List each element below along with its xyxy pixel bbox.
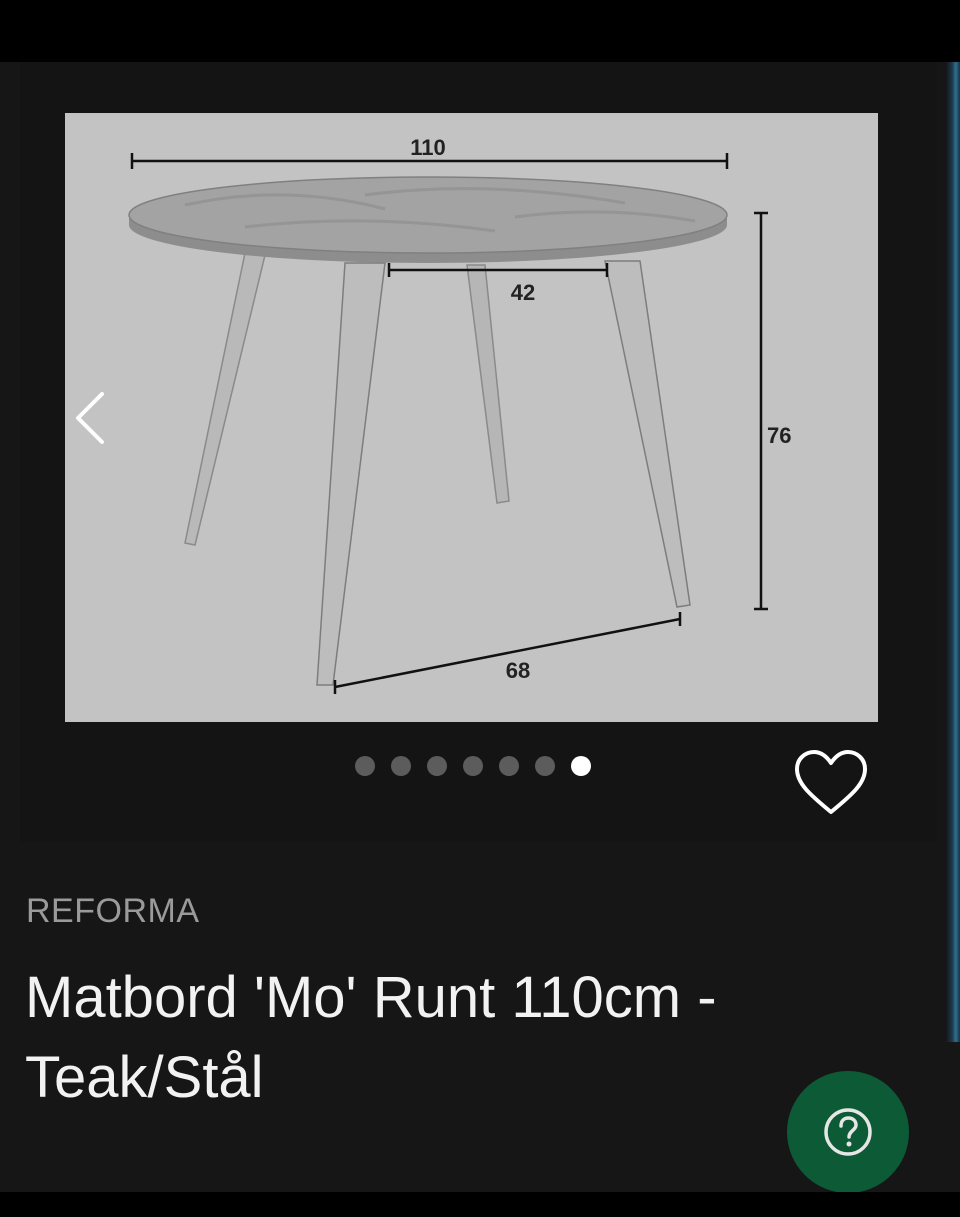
- heart-outline-icon[interactable]: [793, 748, 869, 816]
- gallery-dot[interactable]: [463, 756, 483, 776]
- gallery-dot[interactable]: [499, 756, 519, 776]
- chevron-left-icon[interactable]: [68, 386, 114, 450]
- product-title: Matbord 'Mo' Runt 110cm - Teak/Stål: [25, 965, 717, 1110]
- status-bar: [0, 0, 960, 62]
- gallery-dot[interactable]: [535, 756, 555, 776]
- gallery-dot[interactable]: [391, 756, 411, 776]
- product-brand[interactable]: REFORMA: [26, 891, 200, 931]
- help-button[interactable]: [787, 1071, 909, 1193]
- question-mark-icon: [824, 1108, 872, 1156]
- gallery-dot[interactable]: [571, 756, 591, 776]
- gallery-dot[interactable]: [427, 756, 447, 776]
- dimension-leg-top: 42: [511, 280, 535, 305]
- scroll-edge: [946, 62, 960, 1042]
- product-image[interactable]: 110 42 76 68: [65, 113, 878, 722]
- navigation-bar: [0, 1192, 960, 1217]
- dimension-width: 110: [410, 135, 446, 160]
- gallery-dot[interactable]: [355, 756, 375, 776]
- dimension-leg-bottom: 68: [506, 658, 530, 683]
- table-dimension-drawing: 110 42 76 68: [128, 135, 791, 694]
- gallery-pagination: [355, 756, 591, 776]
- dimension-height: 76: [767, 423, 791, 448]
